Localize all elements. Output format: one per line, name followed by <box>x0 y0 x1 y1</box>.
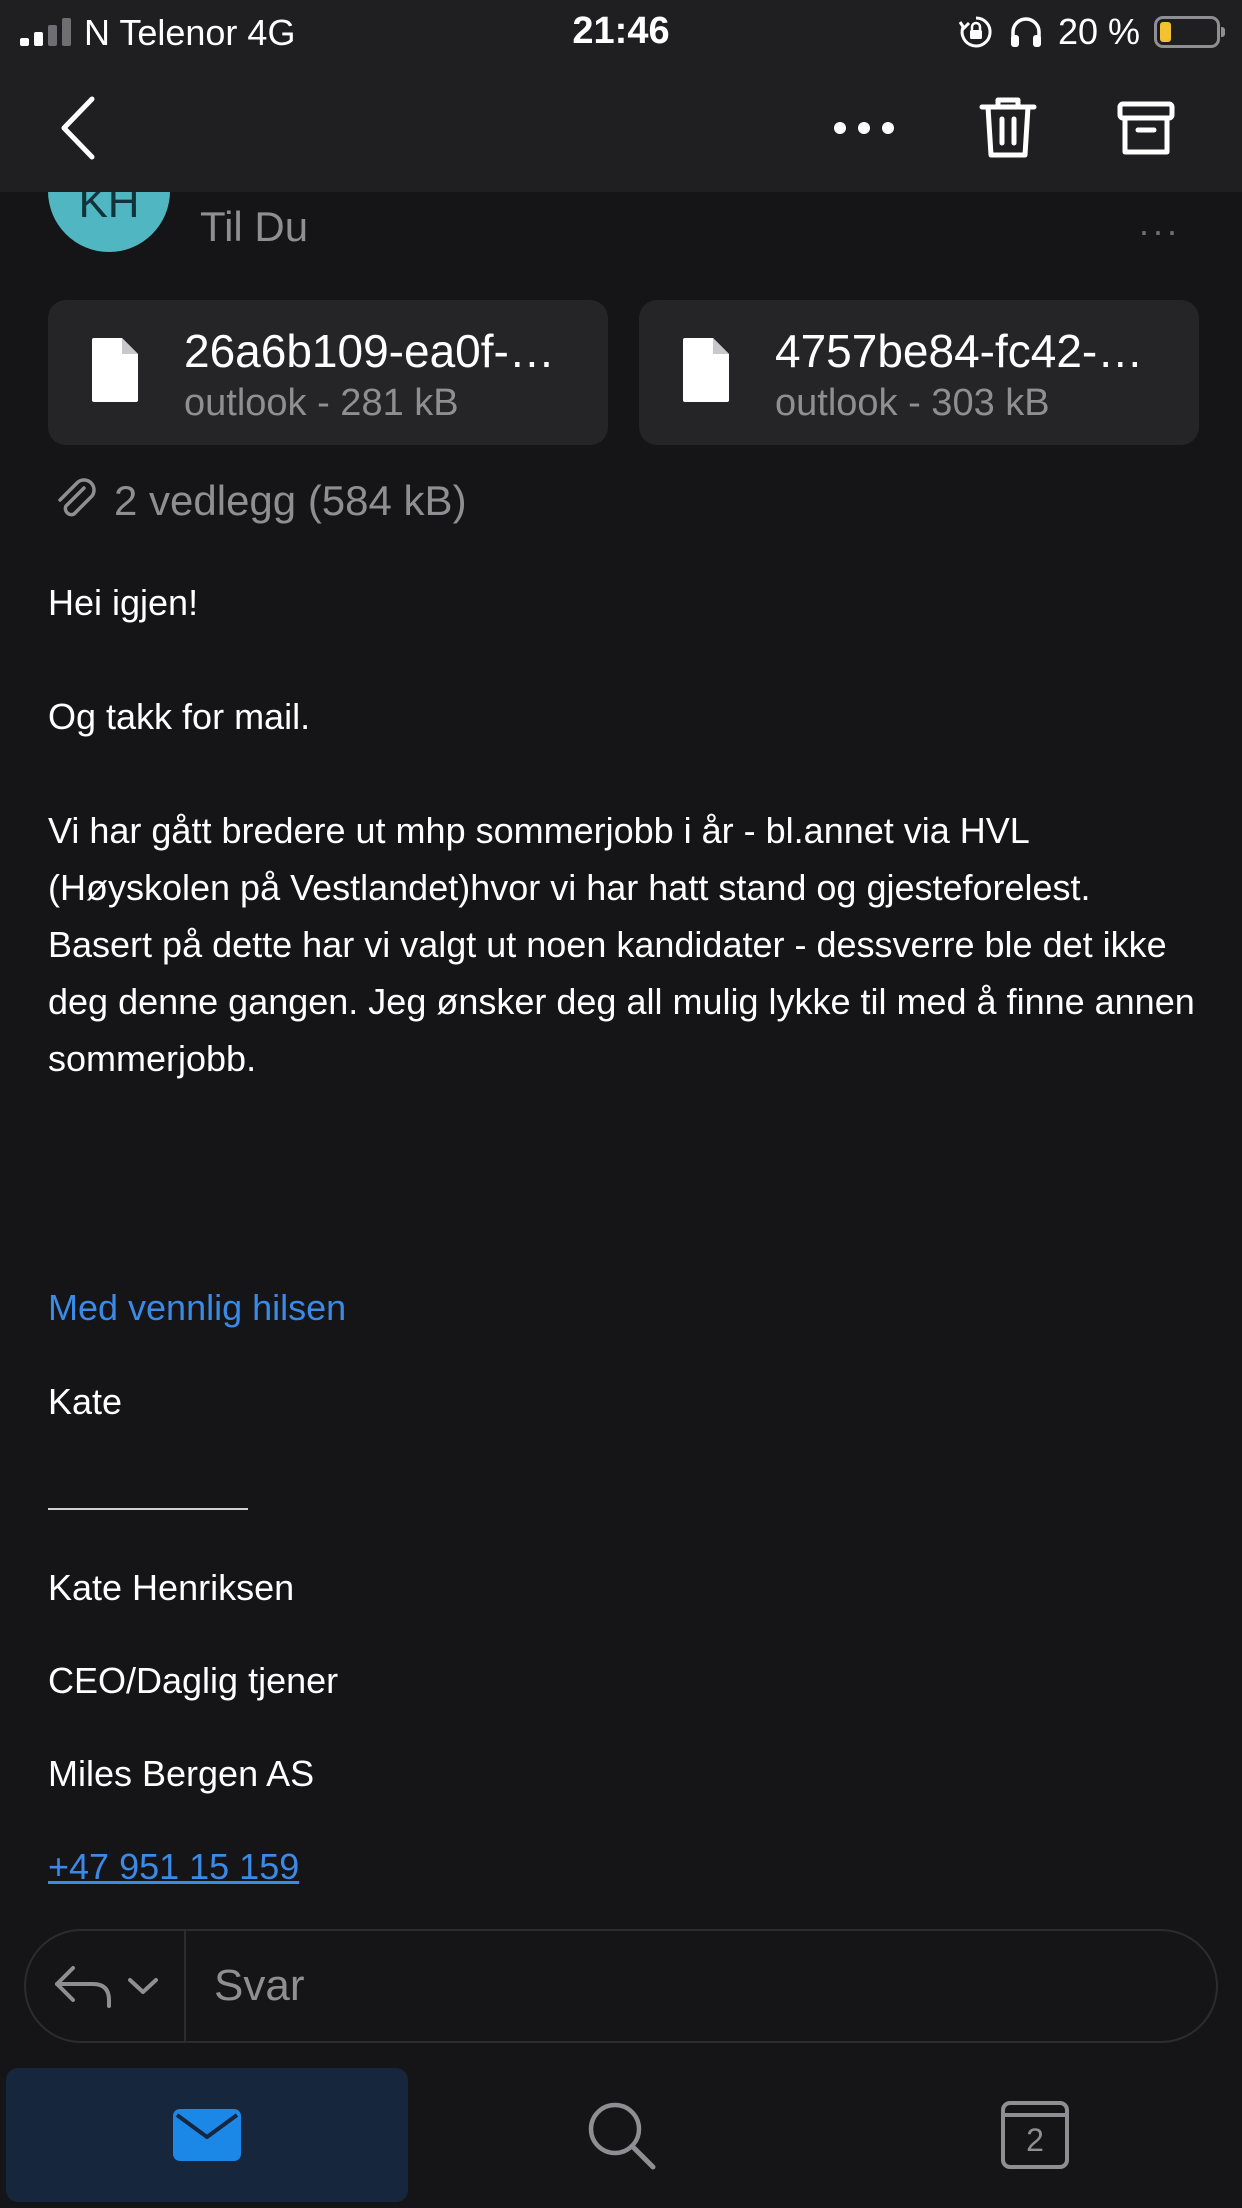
attachment-name: 4757be84-fc42-… <box>775 325 1144 377</box>
signature-divider <box>48 1508 248 1510</box>
status-bar: N Telenor 4G 21:46 20 % <box>0 0 1242 64</box>
status-right: 20 % <box>958 10 1225 54</box>
file-icon <box>683 338 729 402</box>
rotation-lock-icon <box>958 16 992 48</box>
trash-icon <box>979 97 1037 158</box>
calendar-icon: 2 <box>1000 2100 1070 2170</box>
more-icon <box>834 122 894 134</box>
signature-phone-link[interactable]: +47 951 15 159 <box>48 1838 1198 1895</box>
headphones-icon <box>1010 17 1041 47</box>
reply-input[interactable]: Svar <box>214 1961 304 2011</box>
archive-icon <box>1117 101 1175 155</box>
message-greeting: Hei igjen! <box>48 582 199 623</box>
header-more-button[interactable]: ··· <box>1138 210 1180 252</box>
message-sign-name: Kate <box>48 1381 123 1422</box>
signature-title: CEO/Daglig tjener <box>48 1660 339 1701</box>
attachment-name: 26a6b109-ea0f-… <box>184 325 555 377</box>
reply-icon <box>55 1966 111 2008</box>
paperclip-icon <box>58 478 96 517</box>
reply-divider <box>184 1931 186 2041</box>
attachment-meta: outlook - 281 kB <box>184 382 459 424</box>
nav-bar <box>0 64 1242 192</box>
battery-percent: 20 % <box>1057 11 1140 52</box>
message-closing: Med vennlig hilsen <box>48 1287 347 1328</box>
battery-fill <box>1160 22 1171 42</box>
recipient-line[interactable]: Til Du <box>200 203 308 251</box>
attachment-meta: outlook - 303 kB <box>775 382 1050 424</box>
search-icon <box>588 2102 656 2170</box>
attachment-card[interactable]: 26a6b109-ea0f-… outlook - 281 kB <box>48 300 608 445</box>
back-chevron-icon <box>61 96 95 160</box>
tab-calendar[interactable]: 2 <box>834 2068 1236 2202</box>
tab-search[interactable] <box>420 2068 822 2202</box>
mail-icon <box>173 2109 241 2161</box>
attachment-card[interactable]: 4757be84-fc42-… outlook - 303 kB <box>639 300 1199 445</box>
tab-mail[interactable] <box>6 2068 408 2202</box>
top-chrome: N Telenor 4G 21:46 20 % <box>0 0 1242 192</box>
message-thanks: Og takk for mail. <box>48 696 311 737</box>
file-icon <box>92 338 138 402</box>
message-paragraph: Vi har gått bredere ut mhp sommerjobb i … <box>48 810 1195 1079</box>
chevron-down-icon <box>128 1978 158 1994</box>
attachments-summary-label: 2 vedlegg (584 kB) <box>114 477 467 524</box>
attachments-summary[interactable]: 2 vedlegg (584 kB) <box>54 474 467 528</box>
signature-company: Miles Bergen AS <box>48 1753 315 1794</box>
reply-options-button[interactable] <box>26 1931 186 2041</box>
reply-bar: Svar <box>24 1929 1218 2043</box>
calendar-day-number: 2 <box>1026 2122 1044 2158</box>
back-button[interactable] <box>36 86 120 170</box>
battery-icon <box>1154 16 1225 48</box>
tab-bar: 2 <box>0 2062 1242 2208</box>
signature-full-name: Kate Henriksen <box>48 1567 295 1608</box>
archive-button[interactable] <box>1104 86 1188 170</box>
delete-button[interactable] <box>966 86 1050 170</box>
more-button[interactable] <box>822 86 906 170</box>
